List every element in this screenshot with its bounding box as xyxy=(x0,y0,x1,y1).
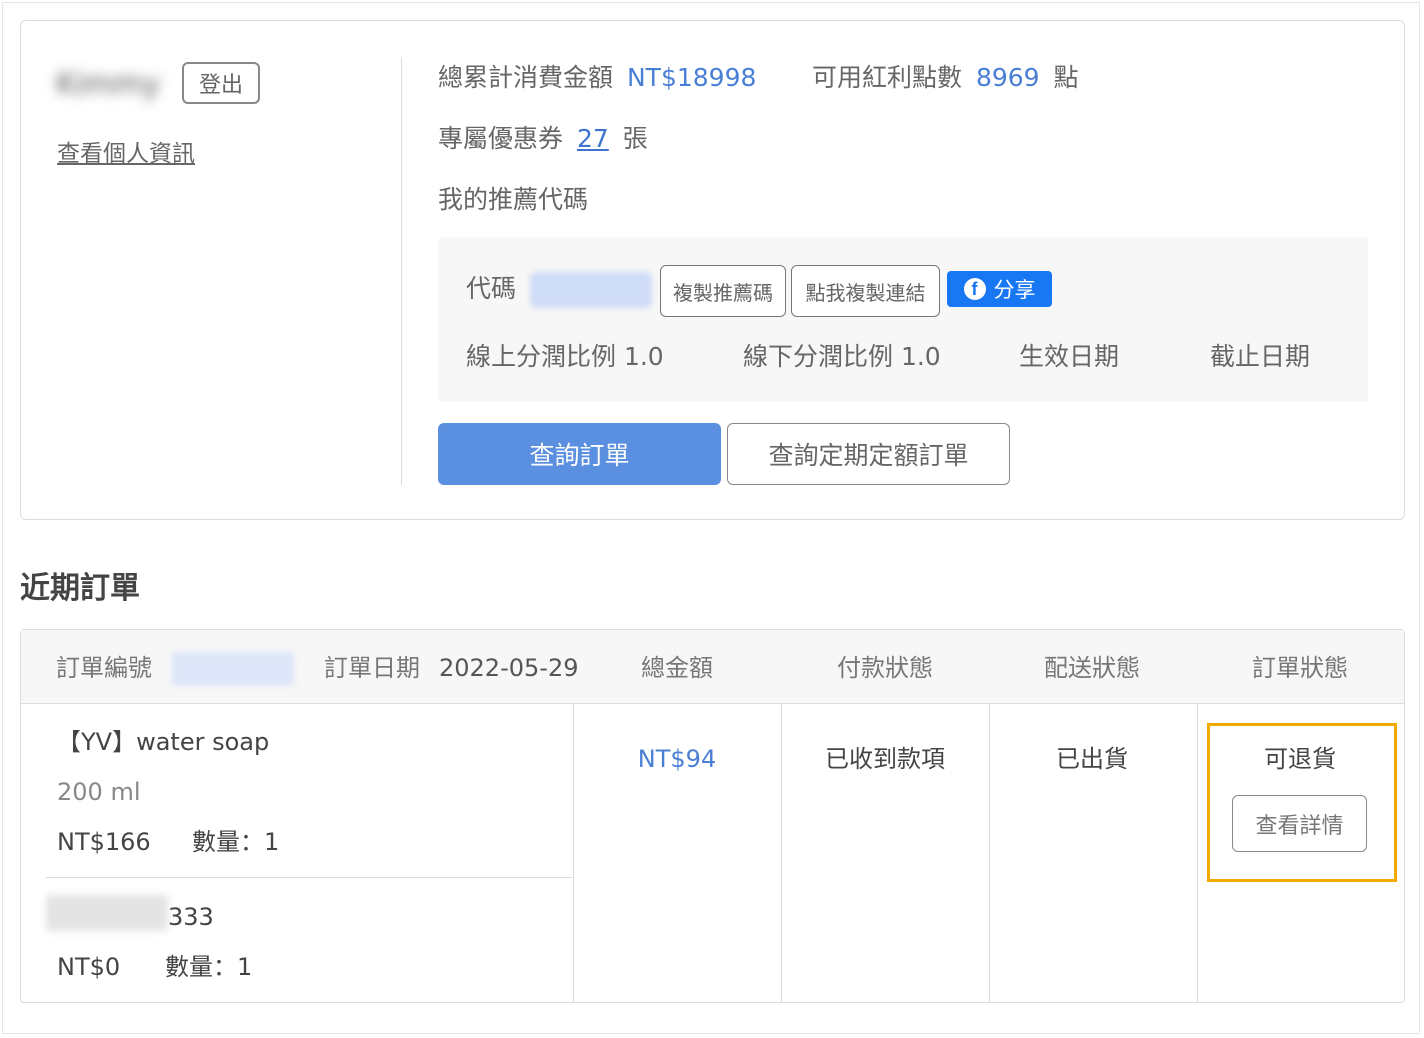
order-item-name: 【YV】water soap xyxy=(57,728,270,756)
total-spent-value: NT$18998 xyxy=(626,63,757,92)
logout-button[interactable]: 登出 xyxy=(182,62,260,104)
query-recurring-orders-button[interactable]: 查詢定期定額訂單 xyxy=(727,423,1010,485)
total-header: 總金額 xyxy=(641,654,713,682)
order-item-spec: 200 ml xyxy=(57,778,141,806)
points-value: 8969 xyxy=(975,63,1040,92)
points-label: 可用紅利點數 xyxy=(812,63,963,92)
total-spent-label: 總累計消費金額 xyxy=(438,63,614,92)
facebook-icon: f xyxy=(963,278,986,300)
copy-referral-link-button[interactable]: 點我複製連結 xyxy=(791,265,940,317)
column-divider xyxy=(1197,703,1198,1002)
coupon-count-link[interactable]: 27 xyxy=(577,124,609,153)
column-divider xyxy=(989,703,990,1002)
order-status-header: 訂單狀態 xyxy=(1252,654,1348,682)
user-name: Kimmy xyxy=(56,67,161,102)
points-unit: 點 xyxy=(1053,63,1079,92)
coupon-label: 專屬優惠券 xyxy=(438,124,564,153)
coupon-unit: 張 xyxy=(622,124,648,153)
order-date-label: 訂單日期 xyxy=(324,654,420,682)
total-spent-line: 總累計消費金額 NT$18998 xyxy=(438,61,756,95)
points-line: 可用紅利點數 8969 點 xyxy=(812,61,1079,95)
column-divider xyxy=(573,703,574,1002)
referral-code-value xyxy=(530,272,652,308)
shipping-status: 已出貨 xyxy=(1056,745,1128,773)
highlight-box xyxy=(1207,723,1397,882)
order-total: NT$94 xyxy=(637,745,717,773)
referral-code-label: 代碼 xyxy=(466,274,517,303)
order-no-label: 訂單編號 xyxy=(56,654,152,682)
order-item-name-redacted xyxy=(46,895,168,931)
query-orders-button[interactable]: 查詢訂單 xyxy=(438,423,721,485)
referral-panel xyxy=(438,237,1368,402)
start-date-label: 生效日期 xyxy=(1019,342,1120,371)
column-divider xyxy=(781,703,782,1002)
facebook-share-button[interactable]: f 分享 xyxy=(947,271,1052,307)
copy-referral-code-button[interactable]: 複製推薦碼 xyxy=(660,265,786,317)
payment-status-header: 付款狀態 xyxy=(837,654,933,682)
share-label: 分享 xyxy=(993,278,1036,302)
order-item-name-suffix: 333 xyxy=(168,903,214,931)
view-profile-link[interactable]: 查看個人資訊 xyxy=(57,134,195,168)
vertical-divider xyxy=(401,57,402,485)
coupon-line: 專屬優惠券 27 張 xyxy=(438,122,648,156)
order-item-price: NT$166 xyxy=(57,828,151,856)
order-item-qty: 數量：1 xyxy=(192,828,280,856)
order-date-value: 2022-05-29 xyxy=(439,654,579,682)
end-date-label: 截止日期 xyxy=(1210,342,1311,371)
item-divider xyxy=(46,877,572,878)
payment-status: 已收到款項 xyxy=(825,745,945,773)
order-no-value xyxy=(172,652,294,686)
online-ratio: 線上分潤比例 1.0 xyxy=(466,342,664,371)
offline-ratio: 線下分潤比例 1.0 xyxy=(743,342,941,371)
recent-orders-title: 近期訂單 xyxy=(20,571,140,606)
order-item-price: NT$0 xyxy=(57,953,121,981)
referral-title: 我的推薦代碼 xyxy=(438,185,589,214)
shipping-status-header: 配送狀態 xyxy=(1044,654,1140,682)
order-item-qty: 數量：1 xyxy=(165,953,253,981)
